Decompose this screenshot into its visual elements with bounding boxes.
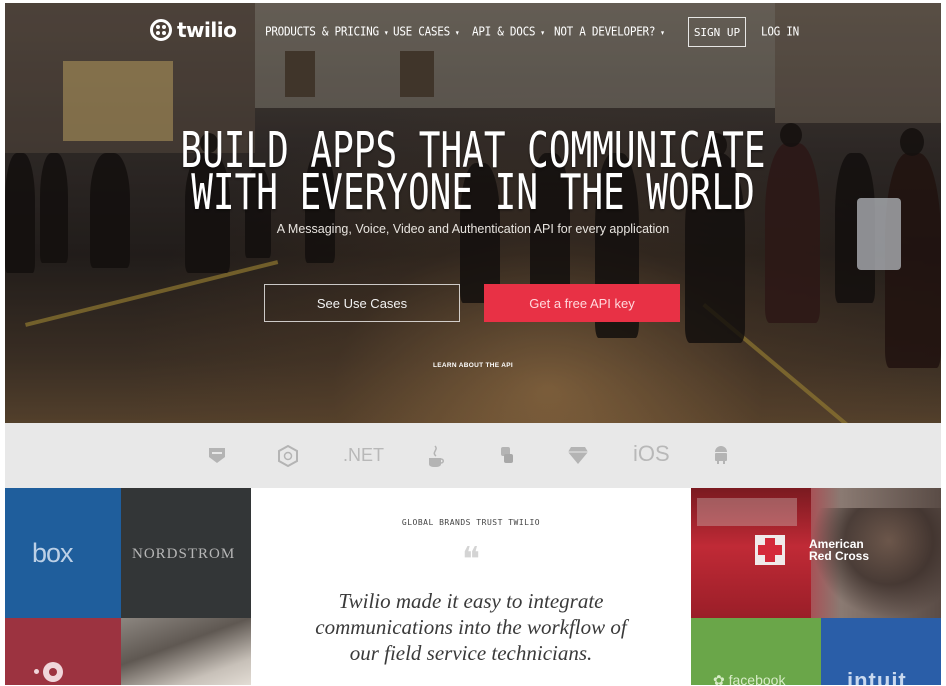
top-navigation: twilio PRODUCTS & PRICING ▾ USE CASES ▾ AP…	[5, 17, 941, 49]
red-cross-horizontal	[758, 545, 782, 555]
python-icon[interactable]	[497, 445, 517, 465]
hero-section: twilio PRODUCTS & PRICING ▾ USE CASES ▾ AP…	[5, 3, 941, 423]
chevron-down-icon: ▾	[540, 27, 545, 38]
sign-up-button[interactable]: SIGN UP	[688, 17, 746, 47]
ruby-icon[interactable]	[567, 445, 589, 465]
twilio-logo-icon	[150, 19, 172, 41]
nordstrom-logo: NORDSTROM	[132, 546, 236, 562]
testimonial-quote: Twilio made it easy to integrate communi…	[315, 589, 627, 665]
target-logo-icon	[43, 662, 63, 682]
intuit-customer-tile[interactable]: intuit	[821, 618, 941, 685]
dotnet-icon[interactable]: .NET	[343, 445, 384, 466]
hero-subheadline: A Messaging, Voice, Video and Authentica…	[276, 222, 670, 236]
ios-icon[interactable]: iOS	[633, 441, 670, 467]
log-in-link[interactable]: LOG IN	[761, 24, 799, 39]
logo-dot	[34, 669, 39, 674]
american-red-cross-logo: American Red Cross	[809, 537, 870, 563]
testimonial-panel: GLOBAL BRANDS TRUST TWILIO ❝ Twilio made…	[251, 488, 691, 685]
nordstrom-customer-tile[interactable]: NORDSTROM	[121, 488, 251, 618]
box-logo: box	[32, 538, 74, 568]
java-cup-icon[interactable]	[427, 445, 445, 469]
get-api-key-button[interactable]: Get a free API key	[484, 284, 680, 322]
platform-logos-strip: .NET iOS	[5, 423, 941, 488]
box-customer-tile[interactable]: box	[5, 488, 121, 618]
green-brand-logo: ✿ facebook	[713, 672, 786, 685]
page: twilio PRODUCTS & PRICING ▾ USE CASES ▾ AP…	[5, 3, 941, 685]
volunteer-photo	[811, 508, 941, 618]
logo-text: twilio	[177, 18, 237, 42]
nav-products-pricing[interactable]: PRODUCTS & PRICING ▾	[265, 24, 389, 39]
testimonial-label: GLOBAL BRANDS TRUST TWILIO	[401, 518, 541, 527]
nav-not-a-developer[interactable]: NOT A DEVELOPER? ▾	[554, 24, 665, 39]
customer-photo-tile[interactable]	[121, 618, 251, 685]
truck-window	[697, 498, 797, 526]
nav-api-docs[interactable]: API & DOCS ▾	[472, 24, 545, 39]
android-icon[interactable]	[712, 445, 730, 465]
chevron-down-icon: ▾	[454, 27, 460, 38]
learn-about-api-link[interactable]: LEARN ABOUT THE API	[5, 362, 941, 369]
intuit-logo: intuit	[847, 668, 907, 685]
hero-headline-line-2: WITH EVERYONE IN THE WORLD	[191, 165, 755, 222]
php-badge-icon[interactable]	[207, 445, 227, 465]
chevron-down-icon: ▾	[660, 27, 665, 38]
see-use-cases-button[interactable]: See Use Cases	[264, 284, 460, 322]
green-customer-tile[interactable]: ✿ facebook	[691, 618, 821, 685]
chevron-down-icon: ▾	[383, 27, 389, 38]
target-customer-tile[interactable]	[5, 618, 121, 685]
american-red-cross-tile[interactable]: American Red Cross	[691, 488, 941, 618]
nav-use-cases[interactable]: USE CASES ▾	[393, 24, 460, 39]
twilio-logo[interactable]: twilio	[150, 18, 237, 42]
quote-mark-icon: ❝	[461, 542, 481, 579]
nodejs-hexagon-icon[interactable]	[278, 445, 298, 467]
